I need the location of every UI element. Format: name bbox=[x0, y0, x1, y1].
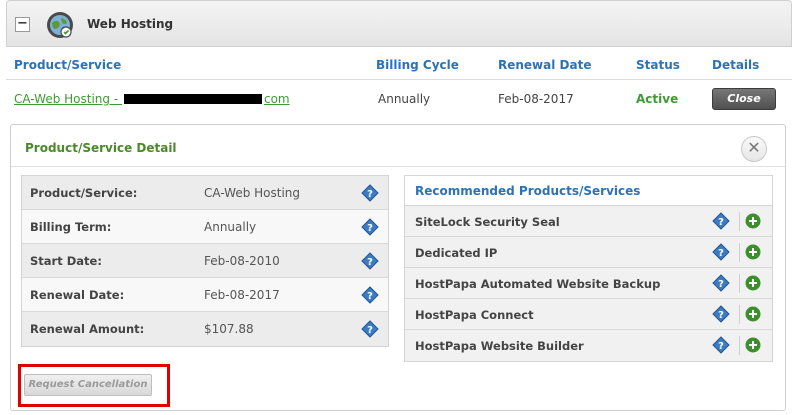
header-title: Web Hosting bbox=[87, 17, 174, 31]
help-icon[interactable]: ? bbox=[712, 336, 730, 354]
divider bbox=[739, 243, 740, 262]
add-icon[interactable] bbox=[745, 306, 761, 322]
info-value: CA-Web Hosting bbox=[204, 185, 301, 200]
product-link[interactable]: CA-Web Hosting - com bbox=[14, 92, 290, 106]
info-row-start-date: Start Date: Feb-08-2010 ? bbox=[22, 244, 388, 278]
recommended-item: HostPapa Connect ? bbox=[405, 299, 772, 330]
web-hosting-header: − Web Hosting bbox=[6, 0, 792, 47]
add-icon[interactable] bbox=[745, 337, 761, 353]
divider bbox=[739, 212, 740, 231]
recommended-item: HostPapa Website Builder ? bbox=[405, 330, 772, 361]
recommended-item-label: SiteLock Security Seal bbox=[415, 215, 560, 229]
help-icon[interactable]: ? bbox=[712, 305, 730, 323]
info-label: Renewal Amount: bbox=[30, 322, 145, 336]
close-details-button[interactable]: Close bbox=[712, 88, 776, 110]
info-value: $107.88 bbox=[204, 322, 254, 336]
renewal-date-value: Feb-08-2017 bbox=[498, 92, 574, 106]
help-icon[interactable]: ? bbox=[361, 184, 379, 202]
add-icon[interactable] bbox=[745, 275, 761, 291]
status-badge: Active bbox=[636, 92, 679, 106]
web-hosting-globe-icon bbox=[47, 12, 73, 38]
recommended-item: HostPapa Automated Website Backup ? bbox=[405, 268, 772, 299]
info-value: Feb-08-2017 bbox=[204, 287, 280, 302]
column-header-status[interactable]: Status bbox=[636, 58, 680, 72]
info-row-product: Product/Service: CA-Web Hosting ? bbox=[22, 176, 388, 210]
svg-text:?: ? bbox=[718, 248, 724, 259]
add-icon[interactable] bbox=[745, 213, 761, 229]
info-row-billing-term: Billing Term: Annually ? bbox=[22, 210, 388, 244]
column-header-renewal-date[interactable]: Renewal Date bbox=[498, 58, 591, 72]
product-info-table: Product/Service: CA-Web Hosting ? Billin… bbox=[21, 175, 389, 347]
help-icon[interactable]: ? bbox=[712, 274, 730, 292]
column-header-details: Details bbox=[712, 58, 760, 72]
info-row-renewal-amount: Renewal Amount: $107.88 ? bbox=[22, 312, 388, 346]
info-row-renewal-date: Renewal Date: Feb-08-2017 ? bbox=[22, 278, 388, 312]
info-label: Billing Term: bbox=[30, 219, 112, 234]
svg-text:?: ? bbox=[367, 223, 373, 234]
info-value: Annually bbox=[204, 219, 257, 234]
help-icon[interactable]: ? bbox=[361, 320, 379, 338]
request-cancellation-button[interactable]: Request Cancellation bbox=[24, 374, 152, 396]
divider bbox=[739, 305, 740, 324]
svg-text:?: ? bbox=[718, 341, 724, 352]
column-header-product[interactable]: Product/Service bbox=[14, 58, 121, 72]
collapse-button[interactable]: − bbox=[15, 17, 30, 32]
help-icon[interactable]: ? bbox=[361, 286, 379, 304]
svg-text:?: ? bbox=[367, 257, 373, 268]
svg-text:?: ? bbox=[367, 189, 373, 200]
detail-title: Product/Service Detail bbox=[25, 141, 177, 155]
svg-text:?: ? bbox=[718, 279, 724, 290]
help-icon[interactable]: ? bbox=[712, 212, 730, 230]
svg-text:?: ? bbox=[718, 217, 724, 228]
recommended-title: Recommended Products/Services bbox=[405, 176, 772, 206]
info-value: Feb-08-2010 bbox=[204, 253, 280, 268]
info-label: Start Date: bbox=[30, 253, 102, 268]
close-detail-icon[interactable]: ✕ bbox=[741, 136, 767, 162]
svg-text:?: ? bbox=[718, 310, 724, 321]
svg-text:?: ? bbox=[367, 325, 373, 336]
help-icon[interactable]: ? bbox=[361, 252, 379, 270]
info-label: Renewal Date: bbox=[30, 287, 125, 302]
product-link-prefix[interactable]: CA-Web Hosting - bbox=[14, 92, 122, 106]
recommended-item-label: HostPapa Website Builder bbox=[415, 339, 584, 353]
recommended-item-label: HostPapa Automated Website Backup bbox=[415, 277, 661, 291]
recommended-item-label: HostPapa Connect bbox=[415, 308, 534, 322]
column-header-billing-cycle[interactable]: Billing Cycle bbox=[376, 58, 459, 72]
recommended-item: SiteLock Security Seal ? bbox=[405, 206, 772, 237]
redacted-domain bbox=[123, 94, 262, 104]
detail-divider bbox=[11, 166, 785, 167]
recommended-item: Dedicated IP ? bbox=[405, 237, 772, 268]
divider bbox=[739, 274, 740, 293]
product-link-suffix[interactable]: com bbox=[264, 92, 290, 106]
help-icon[interactable]: ? bbox=[712, 243, 730, 261]
svg-text:?: ? bbox=[367, 291, 373, 302]
recommended-item-label: Dedicated IP bbox=[415, 246, 498, 260]
help-icon[interactable]: ? bbox=[361, 218, 379, 236]
header-divider bbox=[6, 79, 792, 80]
recommended-products-box: Recommended Products/Services SiteLock S… bbox=[404, 175, 773, 362]
billing-cycle-value: Annually bbox=[378, 92, 431, 106]
add-icon[interactable] bbox=[745, 244, 761, 260]
divider bbox=[739, 336, 740, 355]
info-label: Product/Service: bbox=[30, 185, 138, 200]
